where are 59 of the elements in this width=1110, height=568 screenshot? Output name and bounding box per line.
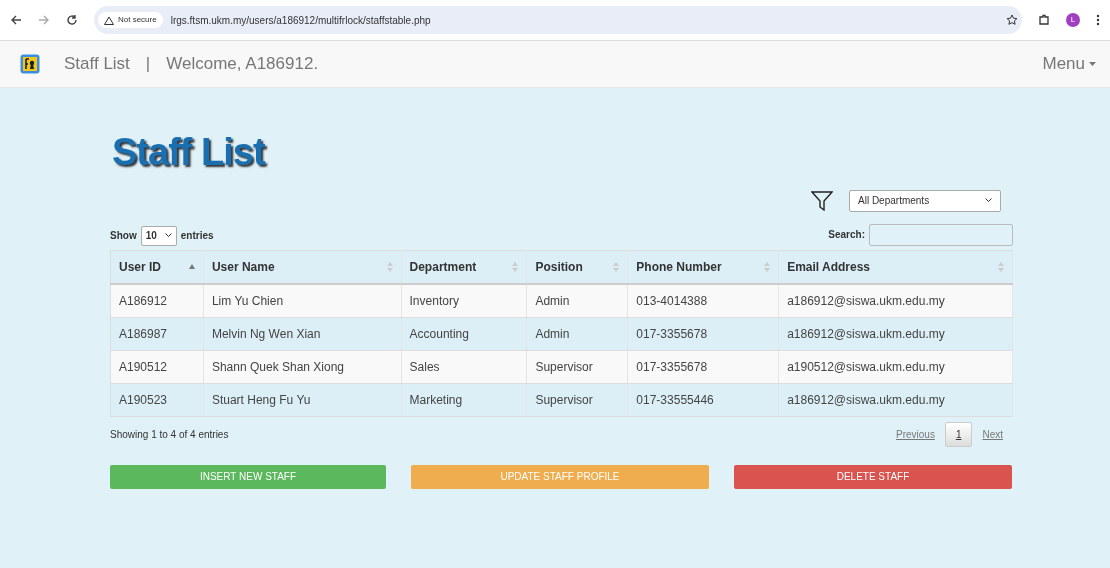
table-cell: A190512: [110, 350, 204, 384]
chevron-icon: [985, 198, 992, 204]
profile-avatar[interactable]: L: [1066, 13, 1080, 27]
search-label: Search:: [828, 228, 865, 243]
table-cell: Accounting: [401, 317, 527, 351]
column-header[interactable]: Position: [526, 250, 628, 284]
table-cell: 017-33555446: [627, 383, 779, 417]
table-cell: A186912: [110, 283, 204, 318]
table-cell: Sales: [401, 350, 527, 384]
table-cell: 013-4014388: [627, 283, 779, 318]
table-cell: a186912@siswa.ukm.edu.my: [778, 383, 1013, 417]
column-header[interactable]: User ID: [110, 250, 204, 284]
table-cell: A186987: [110, 317, 204, 351]
table-cell: Lim Yu Chien: [203, 283, 402, 318]
logo-icon[interactable]: [20, 54, 40, 74]
filter-icon[interactable]: [811, 190, 833, 211]
chevron-icon: [164, 233, 172, 239]
table-info-text: Showing 1 to 4 of 4 entries: [110, 427, 229, 442]
column-header[interactable]: Phone Number: [627, 250, 779, 284]
security-indicator[interactable]: Not secure: [98, 12, 163, 28]
table-cell: Admin: [526, 283, 628, 318]
reload-icon[interactable]: [66, 14, 78, 26]
table-cell: a186912@siswa.ukm.edu.my: [778, 317, 1013, 351]
url-text[interactable]: lrgs.ftsm.ukm.my/users/a186912/multifrlock/staffstable.php: [170, 12, 998, 28]
table-cell: Stuart Heng Fu Yu: [203, 383, 402, 417]
table-cell: Admin: [526, 317, 628, 351]
table-cell: a186912@siswa.ukm.edu.my: [778, 283, 1013, 318]
table-cell: 017-3355678: [627, 350, 779, 384]
star-icon[interactable]: [1006, 14, 1018, 26]
table-cell: Supervisor: [526, 350, 628, 384]
pagination-link[interactable]: 1: [944, 421, 973, 447]
page-size-select[interactable]: 10: [140, 225, 177, 246]
table-cell: Shann Quek Shan Xiong: [203, 350, 402, 384]
pagination-link[interactable]: Previous: [885, 422, 945, 446]
table-cell: 017-3355678: [627, 317, 779, 351]
table-cell: Inventory: [401, 283, 527, 318]
entries-label: entries: [180, 229, 214, 244]
table-cell: A190523: [110, 383, 204, 417]
table-cell: a190512@siswa.ukm.edu.my: [778, 350, 1013, 384]
menu-dropdown[interactable]: Menu: [1042, 51, 1096, 77]
welcome-text: Welcome, A186912.: [166, 53, 319, 76]
warning-icon: [104, 15, 114, 25]
table-cell: Supervisor: [526, 383, 628, 417]
back-icon[interactable]: [10, 14, 22, 26]
table-cell: Marketing: [401, 383, 527, 417]
column-header[interactable]: Email Address: [778, 250, 1013, 284]
table-cell: Melvin Ng Wen Xian: [203, 317, 402, 351]
brand-link[interactable]: Staff List: [64, 51, 130, 77]
show-label: Show: [110, 229, 137, 244]
search-field[interactable]: [869, 223, 1013, 246]
caret-icon: [1089, 62, 1096, 66]
column-header[interactable]: User Name: [203, 250, 402, 284]
separator-text: |: [145, 53, 151, 76]
column-header[interactable]: Department: [401, 250, 527, 284]
delete-button[interactable]: DELETE STAFF: [734, 464, 1012, 489]
more-icon[interactable]: [1096, 14, 1100, 26]
pagination-link[interactable]: Next: [972, 422, 1013, 446]
department-select[interactable]: All Departments: [849, 189, 1001, 212]
page-title: Staff List: [111, 130, 267, 175]
